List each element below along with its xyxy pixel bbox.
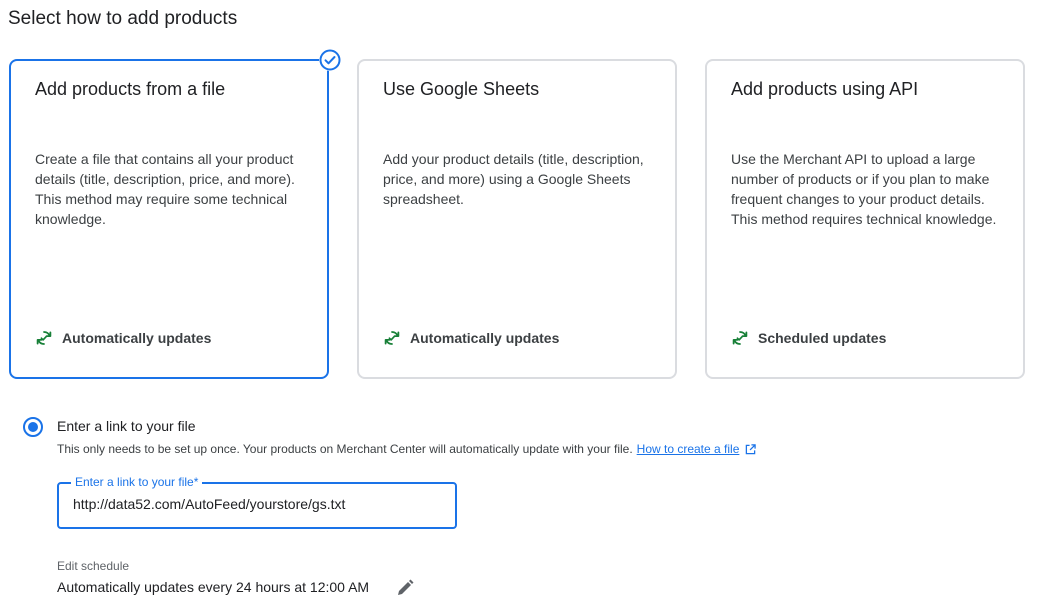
card-footer-label: Scheduled updates [758,330,887,346]
card-title: Add products from a file [35,79,226,99]
card-footer-label: Automatically updates [62,330,212,346]
how-to-create-file-link[interactable]: How to create a file [637,442,740,456]
pencil-icon[interactable] [395,578,415,598]
edit-schedule-label: Edit schedule [57,559,130,573]
card-description: Create a file that contains all your pro… [35,151,295,227]
sync-icon [36,331,52,345]
card-google-sheets[interactable]: Use Google Sheets Add your product detai… [357,59,677,379]
link-option-help: This only needs to be set up once. Your … [57,442,757,456]
page-title: Select how to add products [8,8,238,29]
card-description: Add your product details (title, descrip… [383,151,644,207]
schedule-value: Automatically updates every 24 hours at … [57,579,370,595]
page: Select how to add products Add products … [0,0,1040,608]
card-api[interactable]: Add products using API Use the Merchant … [705,59,1025,379]
file-link-field[interactable]: Enter a link to your file* [57,475,457,529]
card-description: Use the Merchant API to upload a large n… [731,151,997,227]
card-footer: Automatically updates [383,329,559,347]
open-in-new-icon[interactable] [745,443,757,455]
card-footer: Automatically updates [35,329,211,347]
help-text: This only needs to be set up once. Your … [57,442,633,456]
check-circle-icon [319,49,341,71]
link-radio-button[interactable] [22,416,44,438]
file-link-input[interactable] [73,496,443,512]
sync-icon [732,331,748,345]
link-option-label[interactable]: Enter a link to your file [57,418,196,434]
file-link-field-label: Enter a link to your file* [71,475,203,489]
card-title: Use Google Sheets [383,79,540,99]
card-title: Add products using API [731,79,919,99]
card-add-from-file[interactable]: Add products from a file Create a file t… [9,59,329,379]
card-footer: Scheduled updates [731,329,886,347]
card-footer-label: Automatically updates [410,330,560,346]
sync-icon [384,331,400,345]
